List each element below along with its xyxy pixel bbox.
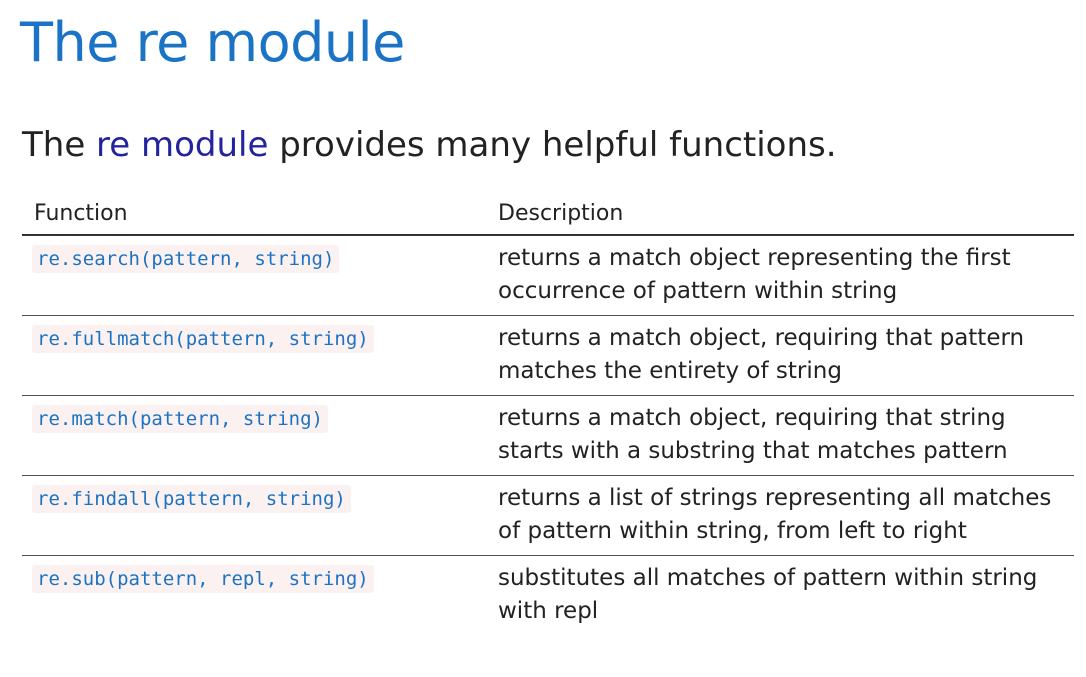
function-cell: re.fullmatch(pattern, string) bbox=[22, 315, 486, 396]
re-module-link[interactable]: re module bbox=[96, 125, 268, 165]
table-row: re.fullmatch(pattern, string) returns a … bbox=[22, 315, 1074, 396]
slide-title: The re module bbox=[20, 11, 405, 74]
function-name: re.search(pattern, string) bbox=[32, 245, 340, 273]
table-header-row: Function Description bbox=[22, 195, 1074, 236]
intro-text: The re module provides many helpful func… bbox=[22, 122, 837, 168]
function-cell: re.search(pattern, string) bbox=[22, 235, 486, 316]
description-cell: substitutes all matches of pattern withi… bbox=[498, 565, 1038, 624]
table-row: re.findall(pattern, string) returns a li… bbox=[22, 475, 1074, 556]
table-row: re.sub(pattern, repl, string) substitute… bbox=[22, 556, 1074, 636]
description-cell: returns a match object, requiring that s… bbox=[486, 395, 1074, 476]
description-cell: returns a match object, requiring that p… bbox=[486, 315, 1074, 396]
function-cell: re.sub(pattern, repl, string) bbox=[22, 556, 486, 636]
table-row: re.search(pattern, string) returns a mat… bbox=[22, 235, 1074, 316]
function-name: re.findall(pattern, string) bbox=[32, 485, 351, 513]
function-cell: re.match(pattern, string) bbox=[22, 395, 486, 476]
intro-prefix: The bbox=[22, 125, 97, 165]
table-row: re.match(pattern, string) returns a matc… bbox=[22, 395, 1074, 476]
function-name: re.fullmatch(pattern, string) bbox=[32, 325, 374, 353]
description-cell: returns a match object representing the … bbox=[486, 235, 1074, 316]
description-cell: returns a list of strings representing a… bbox=[486, 475, 1074, 556]
function-cell: re.findall(pattern, string) bbox=[22, 475, 486, 556]
intro-suffix: provides many helpful functions. bbox=[268, 125, 837, 165]
function-name: re.sub(pattern, repl, string) bbox=[32, 565, 374, 593]
functions-table: Function Description re.search(pattern, … bbox=[22, 195, 1074, 635]
function-name: re.match(pattern, string) bbox=[32, 405, 328, 433]
header-function: Function bbox=[22, 195, 486, 236]
header-description: Description bbox=[486, 195, 1074, 236]
